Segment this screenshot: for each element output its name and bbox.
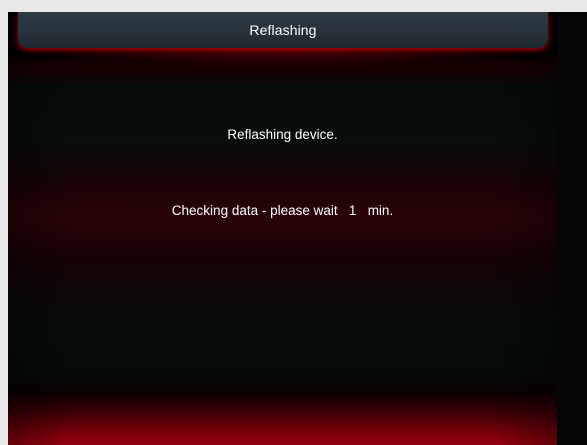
reflashing-screen: Reflashing Reflashing device. Checking d…	[0, 0, 587, 445]
wait-time-value: 1	[348, 203, 357, 218]
display-area: Reflashing Reflashing device. Checking d…	[8, 12, 557, 445]
wait-message: Checking data - please wait 1 min.	[8, 203, 557, 218]
page-title: Reflashing	[249, 22, 317, 38]
title-bar: Reflashing	[18, 12, 548, 48]
status-message: Reflashing device.	[227, 127, 338, 142]
wait-time-unit: min.	[367, 203, 394, 218]
side-bezel	[557, 12, 587, 445]
wait-message-text: Checking data - please wait	[171, 203, 338, 218]
